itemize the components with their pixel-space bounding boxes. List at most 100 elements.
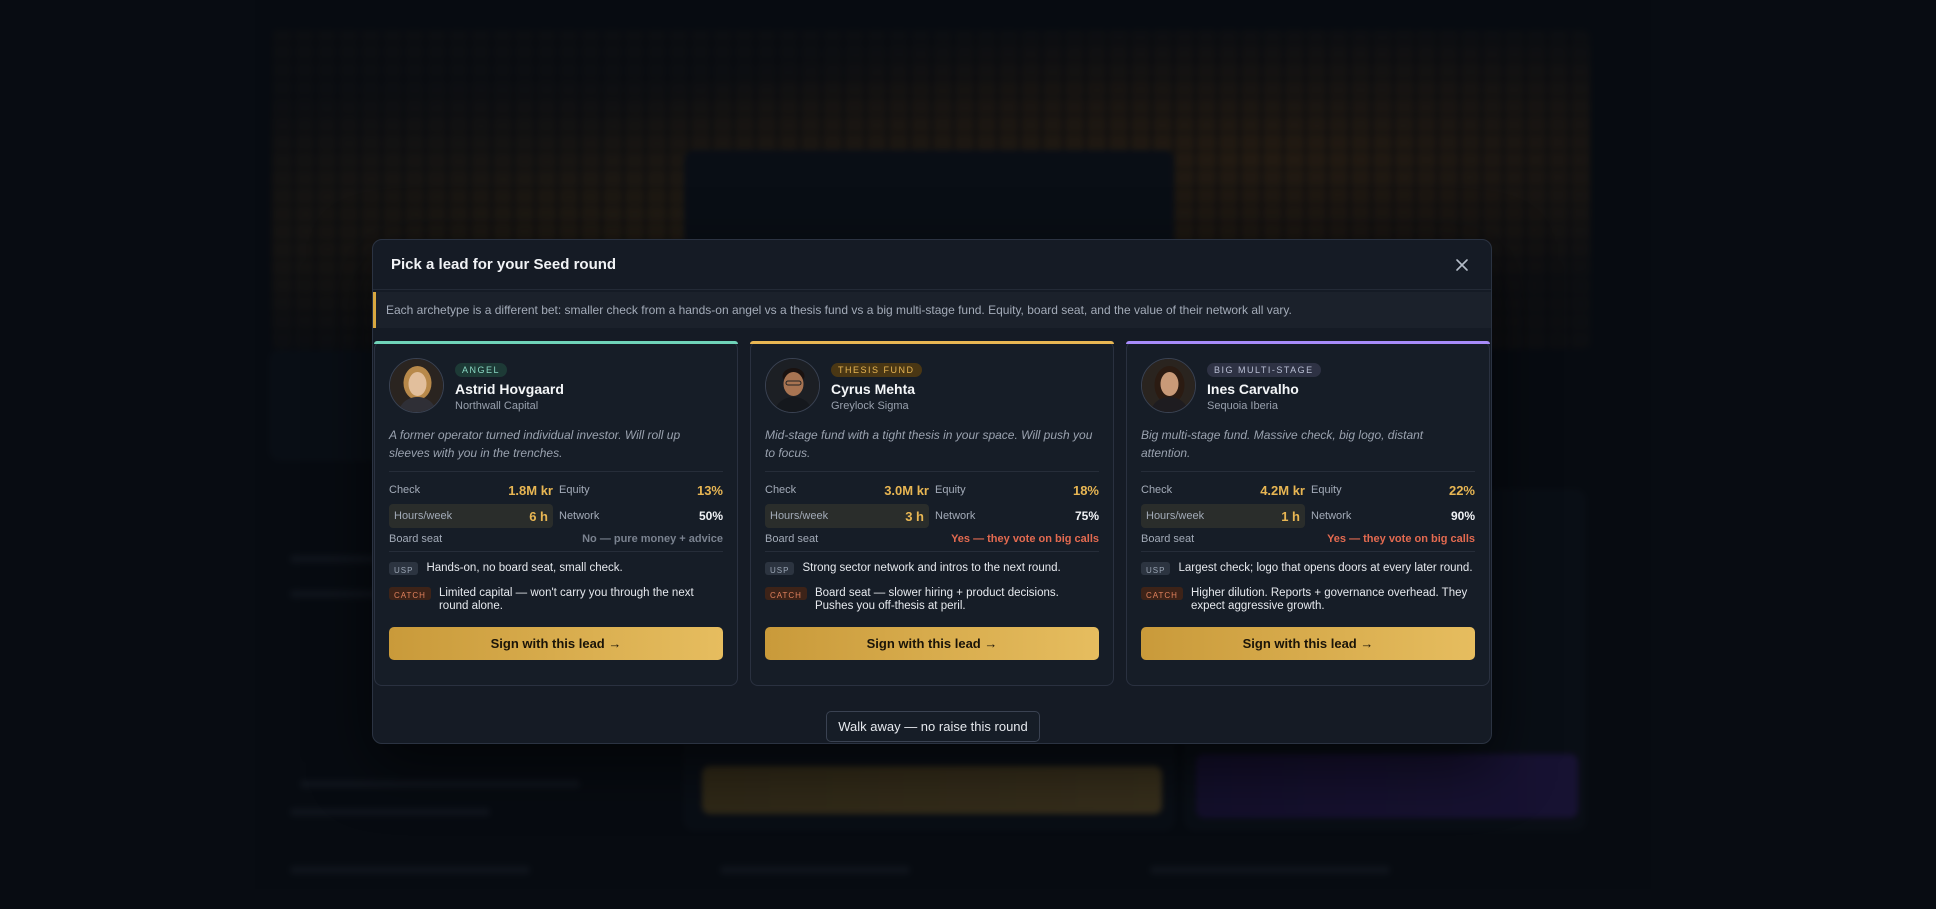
stat-label: Network	[559, 510, 600, 522]
stat-value: 90%	[1450, 509, 1475, 523]
stat-value: 13%	[696, 482, 723, 498]
stat-label: Network	[935, 510, 976, 522]
archetype-tag: THESIS FUND	[831, 362, 922, 377]
stat-value: 4.2M kr	[1260, 482, 1305, 498]
sign-lead-button[interactable]: Sign with this lead →	[765, 627, 1099, 660]
lead-firm: Northwall Capital	[455, 399, 539, 412]
catch-pill: CATCH	[1141, 587, 1183, 600]
sign-lead-button[interactable]: Sign with this lead →	[1141, 627, 1475, 660]
stat-label: Hours/week	[1146, 510, 1205, 522]
lead-stats: Check 4.2M kr Equity 22% Hours/week 1 h …	[1141, 478, 1475, 528]
stat-value: 6 h	[529, 508, 548, 524]
archetype-notice: Each archetype is a different bet: small…	[373, 292, 1491, 328]
stat-value: 3.0M kr	[884, 482, 929, 498]
stat-value: 50%	[698, 509, 723, 523]
lead-stats: Check 3.0M kr Equity 18% Hours/week 3 h …	[765, 478, 1099, 528]
board-seat-label: Board seat	[1141, 532, 1195, 545]
lead-blurb: A former operator turned individual inve…	[389, 426, 723, 472]
lead-name: Ines Carvalho	[1207, 380, 1299, 397]
usp-pill: USP	[765, 562, 795, 575]
avatar	[389, 358, 444, 413]
stat-label: Check	[389, 484, 421, 496]
stat-check: Check 4.2M kr	[1141, 478, 1305, 502]
stat-network: Network 50%	[559, 504, 723, 528]
lead-card-big-multi-stage: BIG MULTI-STAGE Ines Carvalho Sequoia Ib…	[1126, 341, 1490, 686]
usp-note: USP Strong sector network and intros to …	[765, 562, 1099, 575]
sign-lead-button[interactable]: Sign with this lead →	[389, 627, 723, 660]
stat-equity: Equity 22%	[1311, 478, 1475, 502]
close-button[interactable]	[1451, 254, 1473, 276]
usp-pill: USP	[1141, 562, 1171, 575]
board-seat-row: Board seat No — pure money + advice	[389, 528, 723, 552]
catch-note: CATCH Higher dilution. Reports + governa…	[1141, 587, 1475, 613]
stat-label: Hours/week	[770, 510, 829, 522]
stat-value: 22%	[1448, 482, 1475, 498]
stat-value: 1.8M kr	[508, 482, 553, 498]
stat-hours: Hours/week 1 h	[1141, 504, 1305, 528]
catch-pill: CATCH	[389, 587, 431, 600]
stat-label: Network	[1311, 510, 1352, 522]
lead-identity: BIG MULTI-STAGE Ines Carvalho Sequoia Ib…	[1207, 360, 1321, 412]
lead-name: Astrid Hovgaard	[455, 380, 564, 397]
board-seat-row: Board seat Yes — they vote on big calls	[765, 528, 1099, 552]
stat-equity: Equity 13%	[559, 478, 723, 502]
catch-note: CATCH Limited capital — won't carry you …	[389, 587, 723, 613]
lead-firm: Greylock Sigma	[831, 399, 909, 412]
stat-label: Check	[1141, 484, 1173, 496]
usp-text: Hands-on, no board seat, small check.	[426, 562, 623, 574]
board-seat-label: Board seat	[389, 532, 443, 545]
stat-value: 3 h	[905, 508, 924, 524]
catch-pill: CATCH	[765, 587, 807, 600]
card-accent-bar	[1126, 341, 1490, 344]
lead-identity: THESIS FUND Cyrus Mehta Greylock Sigma	[831, 360, 922, 412]
stat-hours: Hours/week 6 h	[389, 504, 553, 528]
lead-stats: Check 1.8M kr Equity 13% Hours/week 6 h …	[389, 478, 723, 528]
stat-network: Network 75%	[935, 504, 1099, 528]
stat-label: Hours/week	[394, 510, 453, 522]
board-seat-value: Yes — they vote on big calls	[951, 532, 1099, 545]
close-icon	[1456, 258, 1468, 271]
stat-equity: Equity 18%	[935, 478, 1099, 502]
archetype-tag: BIG MULTI-STAGE	[1207, 362, 1321, 377]
lead-name: Cyrus Mehta	[831, 380, 916, 397]
board-seat-value: Yes — they vote on big calls	[1327, 532, 1475, 545]
catch-text: Higher dilution. Reports + governance ov…	[1190, 587, 1468, 612]
card-header: BIG MULTI-STAGE Ines Carvalho Sequoia Ib…	[1141, 358, 1475, 413]
lead-card-angel: ANGEL Astrid Hovgaard Northwall Capital …	[374, 341, 738, 686]
walk-away-button[interactable]: Walk away — no raise this round	[826, 711, 1040, 742]
usp-pill: USP	[389, 562, 419, 575]
avatar	[765, 358, 820, 413]
stat-label: Equity	[935, 484, 966, 496]
stat-check: Check 3.0M kr	[765, 478, 929, 502]
catch-note: CATCH Board seat — slower hiring + produ…	[765, 587, 1099, 613]
stat-hours: Hours/week 3 h	[765, 504, 929, 528]
board-seat-value: No — pure money + advice	[582, 532, 723, 545]
card-header: ANGEL Astrid Hovgaard Northwall Capital	[389, 358, 723, 413]
lead-picker-modal: Pick a lead for your Seed round Each arc…	[372, 239, 1492, 744]
lead-cards: ANGEL Astrid Hovgaard Northwall Capital …	[373, 341, 1491, 686]
catch-text: Limited capital — won't carry you throug…	[438, 587, 694, 612]
board-seat-row: Board seat Yes — they vote on big calls	[1141, 528, 1475, 552]
catch-text: Board seat — slower hiring + product dec…	[814, 587, 1059, 612]
stat-label: Equity	[1311, 484, 1342, 496]
card-header: THESIS FUND Cyrus Mehta Greylock Sigma	[765, 358, 1099, 413]
stat-network: Network 90%	[1311, 504, 1475, 528]
usp-text: Strong sector network and intros to the …	[802, 562, 1061, 574]
avatar	[1141, 358, 1196, 413]
stat-value: 75%	[1074, 509, 1099, 523]
stat-label: Equity	[559, 484, 590, 496]
modal-title: Pick a lead for your Seed round	[391, 256, 617, 273]
lead-identity: ANGEL Astrid Hovgaard Northwall Capital	[455, 360, 564, 412]
card-accent-bar	[750, 341, 1114, 344]
usp-note: USP Hands-on, no board seat, small check…	[389, 562, 723, 575]
lead-blurb: Big multi-stage fund. Massive check, big…	[1141, 426, 1475, 472]
archetype-tag: ANGEL	[455, 362, 508, 377]
lead-blurb: Mid-stage fund with a tight thesis in yo…	[765, 426, 1099, 472]
stat-value: 1 h	[1281, 508, 1300, 524]
usp-note: USP Largest check; logo that opens doors…	[1141, 562, 1475, 575]
stat-check: Check 1.8M kr	[389, 478, 553, 502]
lead-card-thesis-fund: THESIS FUND Cyrus Mehta Greylock Sigma M…	[750, 341, 1114, 686]
board-seat-label: Board seat	[765, 532, 819, 545]
stat-value: 18%	[1072, 482, 1099, 498]
stat-label: Check	[765, 484, 797, 496]
